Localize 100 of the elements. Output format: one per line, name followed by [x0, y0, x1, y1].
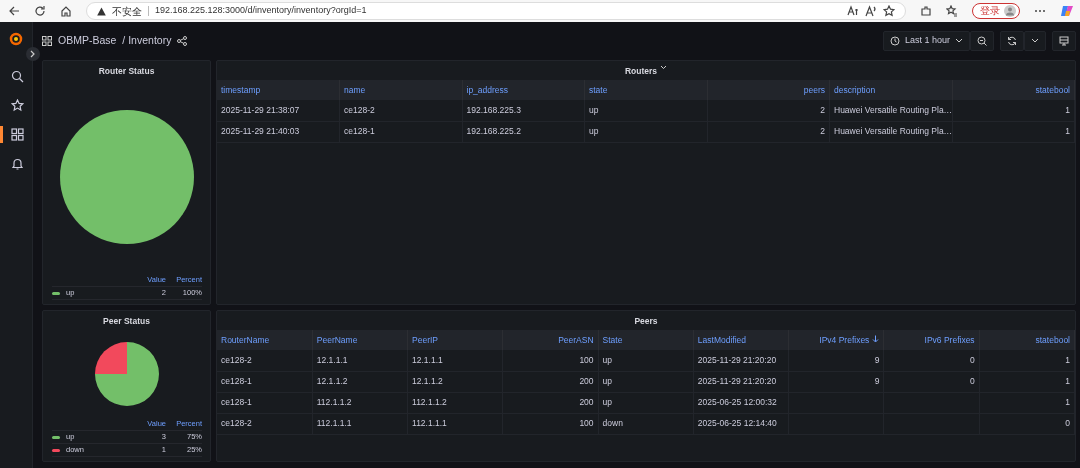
- refresh-icon: [1007, 36, 1017, 46]
- table-cell: up: [598, 371, 694, 392]
- table-cell: ce128-1: [217, 392, 313, 413]
- table-cell: 2025-11-29 21:20:20: [693, 350, 789, 371]
- column-header[interactable]: IPv4 Prefixes: [788, 330, 884, 350]
- table-cell: 2: [707, 100, 830, 121]
- caret-icon: [955, 38, 963, 44]
- panel-title[interactable]: Router Status: [98, 65, 155, 80]
- table-cell: ce128-1: [217, 371, 313, 392]
- avatar-icon: [1004, 5, 1016, 17]
- table-cell: up: [584, 100, 707, 121]
- table-cell: up: [598, 392, 694, 413]
- table-cell: 12.1.1.1: [312, 350, 408, 371]
- table-cell: ce128-2: [217, 413, 313, 434]
- table-cell: 0: [883, 371, 980, 392]
- column-header[interactable]: description: [829, 80, 952, 100]
- table-cell: 0: [883, 350, 980, 371]
- favorites-icon[interactable]: [946, 5, 958, 17]
- warning-icon: [97, 6, 106, 16]
- table-cell: Huawei Versatile Routing Pla…: [829, 121, 952, 142]
- breadcrumb-link[interactable]: OBMP-Base: [58, 33, 117, 49]
- reload-icon[interactable]: [34, 5, 46, 17]
- column-header[interactable]: RouterName: [217, 330, 313, 350]
- table-cell: 192.168.225.3: [462, 100, 585, 121]
- grid-icon[interactable]: [11, 128, 24, 141]
- table-cell: 100: [502, 413, 599, 434]
- table-cell: ce128-1: [339, 121, 462, 142]
- expand-button[interactable]: [26, 47, 40, 61]
- zoom-out-icon: [977, 36, 987, 46]
- copilot-icon[interactable]: [1060, 4, 1074, 18]
- share-icon[interactable]: [177, 36, 188, 46]
- table-cell: 112.1.1.2: [407, 392, 503, 413]
- back-icon[interactable]: [8, 5, 20, 17]
- chevron-icon: [30, 50, 36, 58]
- table-cell: 200: [502, 371, 599, 392]
- login-button[interactable]: 登录: [972, 3, 1020, 19]
- logo-icon: [9, 32, 23, 46]
- table-cell: 12.1.1.2: [312, 371, 408, 392]
- table-cell: 1: [979, 392, 1075, 413]
- home-icon[interactable]: [60, 5, 72, 17]
- panel-title[interactable]: Peers: [634, 315, 658, 330]
- table-cell: 2025-11-29 21:20:20: [693, 371, 789, 392]
- bell-icon[interactable]: [11, 157, 24, 170]
- clock-icon: [889, 36, 900, 46]
- table-cell: ce128-2: [339, 100, 462, 121]
- table-cell: 9: [788, 350, 884, 371]
- table-cell: 9: [788, 371, 884, 392]
- column-header[interactable]: ip_address: [462, 80, 585, 100]
- table-cell: down: [598, 413, 694, 434]
- column-header[interactable]: PeerASN: [502, 330, 599, 350]
- table-cell: 1: [979, 350, 1075, 371]
- column-header[interactable]: State: [598, 330, 694, 350]
- table-cell: 112.1.1.1: [312, 413, 408, 434]
- table-cell: 2025-06-25 12:14:40: [693, 413, 789, 434]
- panel-title[interactable]: Peer Status: [103, 315, 150, 330]
- table-cell: 1: [952, 121, 1075, 142]
- column-header[interactable]: IPv6 Prefixes: [883, 330, 980, 350]
- table-cell: 2025-11-29 21:40:03: [217, 121, 340, 142]
- sort-arrow-icon: [872, 334, 880, 343]
- table-cell: 2025-06-25 12:00:32: [693, 392, 789, 413]
- table-cell: 0: [979, 413, 1075, 434]
- star-icon[interactable]: [883, 5, 895, 17]
- time-range-button[interactable]: Last 1 hour: [882, 31, 970, 51]
- column-header[interactable]: statebool: [952, 80, 1075, 100]
- table-cell: 12.1.1.2: [407, 371, 503, 392]
- table-cell: Huawei Versatile Routing Pla…: [829, 100, 952, 121]
- grid-icon: [42, 36, 52, 46]
- table-cell: 112.1.1.2: [312, 392, 408, 413]
- column-header[interactable]: LastModified: [693, 330, 789, 350]
- column-header[interactable]: statebool: [979, 330, 1075, 350]
- panel-title[interactable]: Routers: [624, 65, 658, 80]
- read-aloud-icon[interactable]: [865, 5, 877, 17]
- column-header[interactable]: name: [339, 80, 462, 100]
- address-bar[interactable]: 不安全 192.168.225.128:3000/d/inventory/inventory?orgId=1: [86, 2, 906, 20]
- table-cell: 2: [707, 121, 830, 142]
- table-cell: 1: [952, 100, 1075, 121]
- column-header[interactable]: peers: [707, 80, 830, 100]
- column-header[interactable]: PeerName: [312, 330, 408, 350]
- table-cell: 12.1.1.1: [407, 350, 503, 371]
- monitor-icon: [1059, 36, 1069, 46]
- table-cell: 192.168.225.2: [462, 121, 585, 142]
- zoom-out-button[interactable]: [970, 31, 994, 51]
- column-header[interactable]: timestamp: [217, 80, 340, 100]
- table-cell: ce128-2: [217, 350, 313, 371]
- table-cell: 1: [979, 371, 1075, 392]
- table-cell: 100: [502, 350, 599, 371]
- caret-icon: [1031, 38, 1039, 44]
- refresh-button[interactable]: [1000, 31, 1024, 51]
- table-cell: up: [598, 350, 694, 371]
- table-cell: up: [584, 121, 707, 142]
- dashboard-title: / Inventory: [122, 33, 172, 49]
- table-cell: 112.1.1.1: [407, 413, 503, 434]
- table-cell: 200: [502, 392, 599, 413]
- tv-mode-button[interactable]: [1052, 31, 1076, 51]
- column-header[interactable]: state: [584, 80, 707, 100]
- table-cell: 2025-11-29 21:38:07: [217, 100, 340, 121]
- security-label: 不安全: [112, 4, 142, 19]
- url-text: 192.168.225.128:3000/d/inventory/inventory?orgId=1: [155, 4, 367, 18]
- search-icon[interactable]: [11, 70, 24, 83]
- column-header[interactable]: PeerIP: [407, 330, 503, 350]
